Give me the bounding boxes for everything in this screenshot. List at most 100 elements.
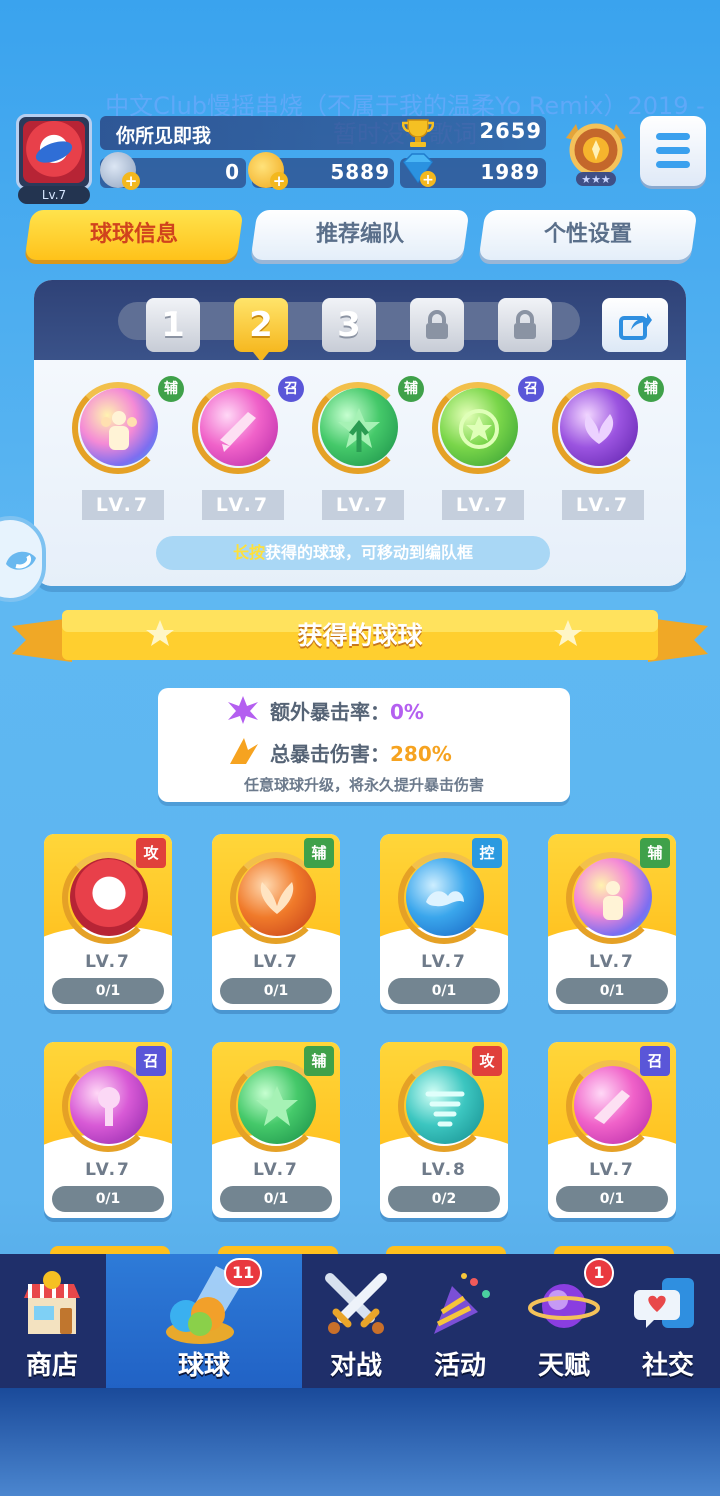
ball-card[interactable]: 攻 LV.8 0/2 [380, 1042, 508, 1218]
nav-battle[interactable]: 对战 [304, 1254, 408, 1388]
nav-balls-badge: 11 [224, 1258, 263, 1288]
ball-card[interactable]: 辅 LV.7 0/1 [548, 834, 676, 1010]
crit-damage-icon [230, 738, 258, 764]
team-ball-5-level: LV.7 [562, 490, 644, 520]
card-level: LV.7 [421, 952, 467, 972]
gem-add-icon[interactable]: + [398, 152, 438, 188]
card-count: 0/1 [220, 1186, 332, 1212]
ball-card[interactable]: 召 LV.7 0/1 [548, 1042, 676, 1218]
ball-card[interactable]: 控 LV.7 0/1 [380, 834, 508, 1010]
gem-count: 1989 [480, 160, 540, 184]
team-slot-1[interactable]: 1 [146, 298, 200, 352]
tab-personal-settings[interactable]: 个性设置 [478, 210, 698, 260]
party-popper-icon [434, 1273, 490, 1334]
svg-text:+: + [422, 172, 434, 188]
card-level: LV.7 [253, 1160, 299, 1180]
svg-text:★★★: ★★★ [581, 173, 611, 186]
nav-activity-label: 活动 [433, 1351, 486, 1381]
menu-button[interactable] [640, 116, 706, 186]
team-ball-green-star[interactable] [310, 380, 406, 476]
team-ball-3-level: LV.7 [322, 490, 404, 520]
resource-1-value: 0 [225, 160, 240, 184]
card-level: LV.7 [85, 952, 131, 972]
long-press-hint: 长按获得的球球，可移动到编队框 [156, 536, 550, 570]
card-role-tag: 召 [136, 1046, 166, 1076]
card-count: 0/1 [556, 978, 668, 1004]
section-title: 获得的球球 [297, 621, 423, 650]
trophy-count: 2659 [479, 119, 542, 143]
crossed-swords-icon [325, 1273, 387, 1334]
card-role-tag: 辅 [304, 1046, 334, 1076]
crit-damage-value: 280% [390, 742, 452, 766]
share-icon [619, 313, 652, 340]
nav-balls[interactable]: 11 球球 [106, 1254, 302, 1388]
card-count: 0/1 [556, 1186, 668, 1212]
card-count: 0/1 [52, 978, 164, 1004]
tab-ball-info[interactable]: 球球信息 [24, 210, 244, 260]
ball-card[interactable]: 召 LV.7 0/1 [44, 1042, 172, 1218]
card-role-tag: 控 [472, 838, 502, 868]
crit-rate-icon [228, 696, 258, 724]
team-ball-5-role: 辅 [638, 376, 664, 402]
nav-activity[interactable]: 活动 [408, 1254, 512, 1388]
team-ball-green-ring[interactable] [430, 380, 526, 476]
nav-battle-label: 对战 [329, 1351, 382, 1381]
team-panel: 1 2 3 辅 LV.7 召 LV.7 辅 LV.7 召 LV.7 辅 LV.7… [34, 280, 686, 586]
card-count: 0/2 [388, 1186, 500, 1212]
card-level: LV.7 [589, 1160, 635, 1180]
bottom-fill [0, 1388, 720, 1496]
social-chat-icon [634, 1278, 694, 1328]
team-ball-rainbow[interactable] [70, 380, 166, 476]
team-slot-3[interactable]: 3 [322, 298, 376, 352]
player-name: 你所见即我 [116, 125, 212, 147]
team-ball-1-level: LV.7 [82, 490, 164, 520]
share-button[interactable] [602, 298, 668, 352]
team-ball-2-role: 召 [278, 376, 304, 402]
stamina-add-icon[interactable]: + [100, 152, 140, 190]
card-count: 0/1 [52, 1186, 164, 1212]
card-level: LV.7 [85, 1160, 131, 1180]
coin-count: 5889 [330, 160, 390, 184]
team-slot-locked-5[interactable] [498, 298, 552, 352]
nav-shop[interactable]: 商店 [0, 1254, 104, 1388]
card-count: 0/1 [220, 978, 332, 1004]
nav-balls-label: 球球 [177, 1351, 230, 1381]
team-ball-1-role: 辅 [158, 376, 184, 402]
card-level: LV.7 [253, 952, 299, 972]
player-avatar[interactable] [16, 114, 92, 190]
team-ball-4-role: 召 [518, 376, 544, 402]
crit-rate-row: 额外暴击率：0% [270, 700, 424, 724]
card-count: 0/1 [388, 978, 500, 1004]
team-ball-pink[interactable] [190, 380, 286, 476]
ball-card[interactable]: 辅 LV.7 0/1 [212, 1042, 340, 1218]
team-slot-locked-4[interactable] [410, 298, 464, 352]
rank-badge-icon[interactable]: ★★★ [562, 116, 630, 190]
crit-hint: 任意球球升级，将永久提升暴击伤害 [243, 776, 484, 794]
nav-talent-label: 天赋 [537, 1351, 590, 1381]
team-ball-2-level: LV.7 [202, 490, 284, 520]
card-role-tag: 攻 [472, 1046, 502, 1076]
trophy-icon [402, 119, 434, 147]
lock-icon [426, 310, 448, 339]
nav-talent-badge: 1 [584, 1258, 614, 1288]
team-ball-purple[interactable] [550, 380, 646, 476]
shop-icon [24, 1271, 80, 1334]
player-level-badge: Lv.7 [18, 186, 90, 204]
card-role-tag: 辅 [304, 838, 334, 868]
team-ball-4-level: LV.7 [442, 490, 524, 520]
card-level: LV.7 [589, 952, 635, 972]
tab-recommended-team[interactable]: 推荐编队 [250, 210, 470, 260]
crit-rate-value: 0% [390, 700, 424, 724]
nav-shop-label: 商店 [25, 1351, 78, 1381]
lock-icon [514, 310, 536, 339]
card-role-tag: 攻 [136, 838, 166, 868]
ball-card[interactable]: 辅 LV.7 0/1 [212, 834, 340, 1010]
card-role-tag: 召 [640, 1046, 670, 1076]
ball-card[interactable]: 攻 LV.7 0/1 [44, 834, 172, 1010]
coin-add-icon[interactable]: + [248, 152, 288, 190]
team-slot-2[interactable]: 2 [234, 298, 288, 362]
whale-icon [6, 551, 36, 570]
nav-talent[interactable]: 1 天赋 [512, 1254, 616, 1388]
crit-damage-row: 总暴击伤害：280% [270, 742, 452, 766]
nav-social[interactable]: 社交 [616, 1254, 720, 1388]
